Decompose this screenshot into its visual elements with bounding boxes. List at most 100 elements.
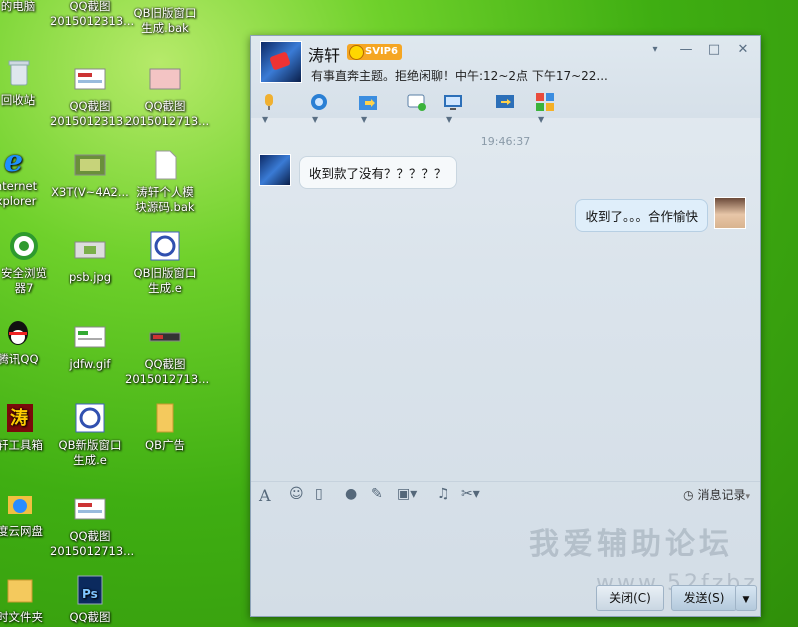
self-avatar[interactable] — [714, 197, 746, 229]
history-label: 消息记录 — [697, 488, 746, 502]
e-file-icon — [74, 402, 106, 434]
desktop-icon-file[interactable]: psb.jpg — [50, 234, 130, 285]
minimize-button[interactable]: — — [678, 42, 694, 57]
desktop-icon-file[interactable]: QB旧版窗口 生成.bak — [125, 6, 205, 36]
watermark-text: 我爱辅助论坛 — [529, 527, 733, 562]
e-file-icon — [149, 230, 181, 262]
desktop-icon-label: psb.jpg — [68, 270, 112, 284]
desktop-icon-file[interactable]: QQ截图 2015012713... — [125, 321, 210, 387]
image-file-icon — [74, 149, 106, 181]
desktop-icon-label: QQ截图 2015012713... — [125, 357, 210, 386]
svg-text:涛: 涛 — [10, 407, 28, 429]
input-divider — [251, 481, 760, 482]
psd-file-icon: Ps — [74, 574, 106, 606]
message-text: 收到了。。。合作愉快 — [585, 209, 698, 224]
screen-share-button[interactable] — [495, 92, 515, 114]
close-button[interactable]: 关闭(C) — [596, 585, 664, 611]
folder-icon — [149, 402, 181, 434]
image-file-icon — [74, 493, 106, 525]
image-file-icon — [149, 63, 181, 95]
desktop-icon-label: QB旧版窗口 生成.e — [133, 266, 197, 295]
message-history-button[interactable]: ◷ 消息记录▾ — [683, 486, 750, 503]
desktop-icon-e-file[interactable]: QB新版窗口 生成.e — [50, 402, 130, 468]
desktop-icon-label: QQ截图 2015012313... — [50, 99, 135, 128]
send-options-button[interactable]: ▼ — [735, 585, 757, 611]
clock-icon: ◷ — [683, 488, 694, 502]
desktop-icon-label: X3T(V~4A2... — [51, 185, 129, 199]
message-button[interactable] — [407, 92, 427, 114]
apps-button[interactable]: ▼ — [535, 92, 555, 124]
image-file-icon — [74, 321, 106, 353]
sender-avatar[interactable] — [259, 154, 291, 186]
desktop-icon-label: QQ截图 2015012713... — [50, 529, 135, 558]
recycle-bin-icon — [2, 57, 34, 89]
desktop-icon-label: QB新版窗口 生成.e — [58, 438, 122, 467]
contact-name[interactable]: 涛轩 — [308, 42, 340, 66]
cloud-drive-icon — [4, 488, 36, 520]
file-icon — [149, 149, 181, 181]
message-bubble-right[interactable]: 收到了。。。合作愉快 — [575, 199, 708, 232]
desktop-icon-label: QQ截图 2015012713... — [125, 99, 210, 128]
desktop-icon-label: jdfw.gif — [69, 357, 111, 371]
input-toolbar: A ☺ ▯ ● ✎ ▣▾ ♫ ✂▾ ◷ 消息记录▾ — [259, 486, 754, 506]
message-area[interactable]: 19:46:37 收到款了没有？？？？？ 收到了。。。合作愉快 — [251, 118, 760, 488]
desktop-icon-folder[interactable]: QB广告 — [125, 402, 205, 453]
qq-chat-window: 涛轩 SVIP6 有事直奔主题。拒绝闲聊！中午:12~2点 下午17~22...… — [250, 35, 761, 617]
chat-header: 涛轩 SVIP6 有事直奔主题。拒绝闲聊！中午:12~2点 下午17~22...… — [251, 36, 760, 124]
edit-icon[interactable]: ✎ — [371, 486, 383, 502]
video-call-icon — [311, 94, 327, 110]
desktop-icon-label: QB广告 — [145, 438, 185, 452]
vip-badge[interactable]: SVIP6 — [347, 44, 402, 60]
chevron-down-icon: ▼ — [742, 595, 750, 605]
font-icon[interactable]: A — [259, 486, 271, 505]
close-window-button[interactable]: ✕ — [735, 42, 751, 57]
image-file-icon — [74, 234, 106, 266]
window-menu-button[interactable]: ▾ — [647, 44, 663, 55]
chevron-down-icon: ▾ — [745, 492, 750, 502]
image-icon[interactable]: ▣▾ — [397, 486, 417, 502]
screen-share-icon — [496, 95, 514, 108]
desktop-icon-file[interactable]: X3T(V~4A2... — [50, 149, 130, 200]
send-file-button[interactable]: ▼ — [358, 92, 378, 124]
desktop-icon-file[interactable]: QQ截图 2015012713... — [125, 63, 210, 129]
maximize-button[interactable]: □ — [706, 42, 722, 57]
message-timestamp: 19:46:37 — [480, 135, 531, 148]
ie-icon: e — [0, 143, 32, 179]
browser-icon — [8, 230, 40, 262]
desktop-icon-label: QQ截图 — [69, 610, 111, 624]
gif-icon[interactable]: ▯ — [315, 486, 323, 502]
folder-icon — [4, 574, 36, 606]
desktop-icon-file[interactable]: QQ截图 2015012713... — [50, 493, 135, 559]
desktop-icon-file[interactable]: QQ截图 2015012313... — [50, 63, 135, 129]
svg-text:Ps: Ps — [82, 587, 98, 601]
desktop-icon-file[interactable]: 涛轩个人模 块源码.bak — [125, 149, 205, 215]
send-file-icon — [359, 96, 377, 110]
toolbox-icon: 涛 — [4, 402, 36, 434]
apps-icon — [536, 93, 554, 111]
video-call-button[interactable]: ▼ — [309, 92, 329, 124]
desktop-icon-label: QQ截图 2015012313... — [50, 0, 135, 28]
desktop-icon-label: QB旧版窗口 生成.bak — [133, 6, 197, 35]
send-button[interactable]: 发送(S) — [671, 585, 737, 611]
remote-desktop-icon — [444, 95, 462, 110]
voice-call-button[interactable]: ▼ — [259, 92, 279, 124]
remote-desktop-button[interactable]: ▼ — [443, 92, 463, 124]
desktop-icon-file[interactable]: jdfw.gif — [50, 321, 130, 372]
contact-avatar[interactable] — [260, 41, 302, 83]
scissors-icon[interactable]: ✂▾ — [461, 486, 480, 502]
contact-signature: 有事直奔主题。拒绝闲聊！中午:12~2点 下午17~22... — [311, 69, 608, 83]
voice-message-icon[interactable]: ● — [345, 486, 357, 502]
emoji-icon[interactable]: ☺ — [289, 486, 304, 502]
desktop-icon-psd-file[interactable]: Ps QQ截图 — [50, 574, 130, 625]
message-bubble-left[interactable]: 收到款了没有？？？？？ — [299, 156, 457, 189]
voice-call-icon — [265, 94, 273, 110]
music-icon[interactable]: ♫ — [437, 486, 450, 502]
desktop-icon-file[interactable]: QQ截图 2015012313... — [50, 0, 135, 29]
svg-text:e: e — [4, 144, 23, 175]
desktop-icon-label: 涛轩个人模 块源码.bak — [135, 185, 195, 214]
desktop-icon-label: nternet xplorer — [0, 179, 38, 208]
qq-icon — [2, 316, 34, 348]
image-file-icon — [149, 321, 181, 353]
desktop-icon-ie[interactable]: e nternet xplorer — [0, 143, 56, 209]
desktop-icon-e-file[interactable]: QB旧版窗口 生成.e — [125, 230, 205, 296]
